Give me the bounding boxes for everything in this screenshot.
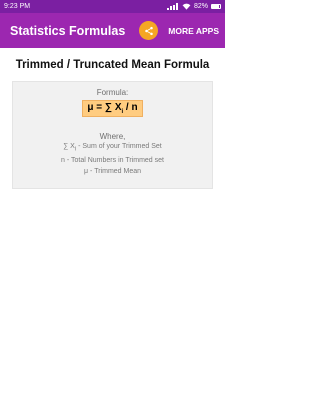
formula-expression: μ = ∑ Xi / n [82,100,143,117]
definition-sum: ∑ Xi - Sum of your Trimmed Set [63,143,162,153]
page-title: Trimmed / Truncated Mean Formula [15,59,210,71]
app-bar: Statistics Formulas MORE APPS [0,13,225,48]
definition-n: n - Total Numbers in Trimmed set [61,157,164,165]
formula-card: Formula: μ = ∑ Xi / n Where, ∑ Xi - Sum … [12,81,213,189]
wifi-icon [182,3,191,10]
share-icon [145,26,153,35]
formula-label: Formula: [96,88,129,97]
app-title: Statistics Formulas [10,23,126,38]
status-time: 9:23 PM [4,3,31,10]
share-button[interactable] [139,21,159,40]
battery-icon [211,4,221,9]
more-apps-button[interactable]: MORE APPS [168,26,219,36]
definition-mu: μ - Trimmed Mean [83,168,142,176]
signal-icon [166,3,179,10]
where-label: Where, [99,132,126,141]
status-indicators: 82% [166,3,221,10]
battery-percent: 82% [193,3,208,10]
status-bar: 9:23 PM 82% [0,0,225,13]
